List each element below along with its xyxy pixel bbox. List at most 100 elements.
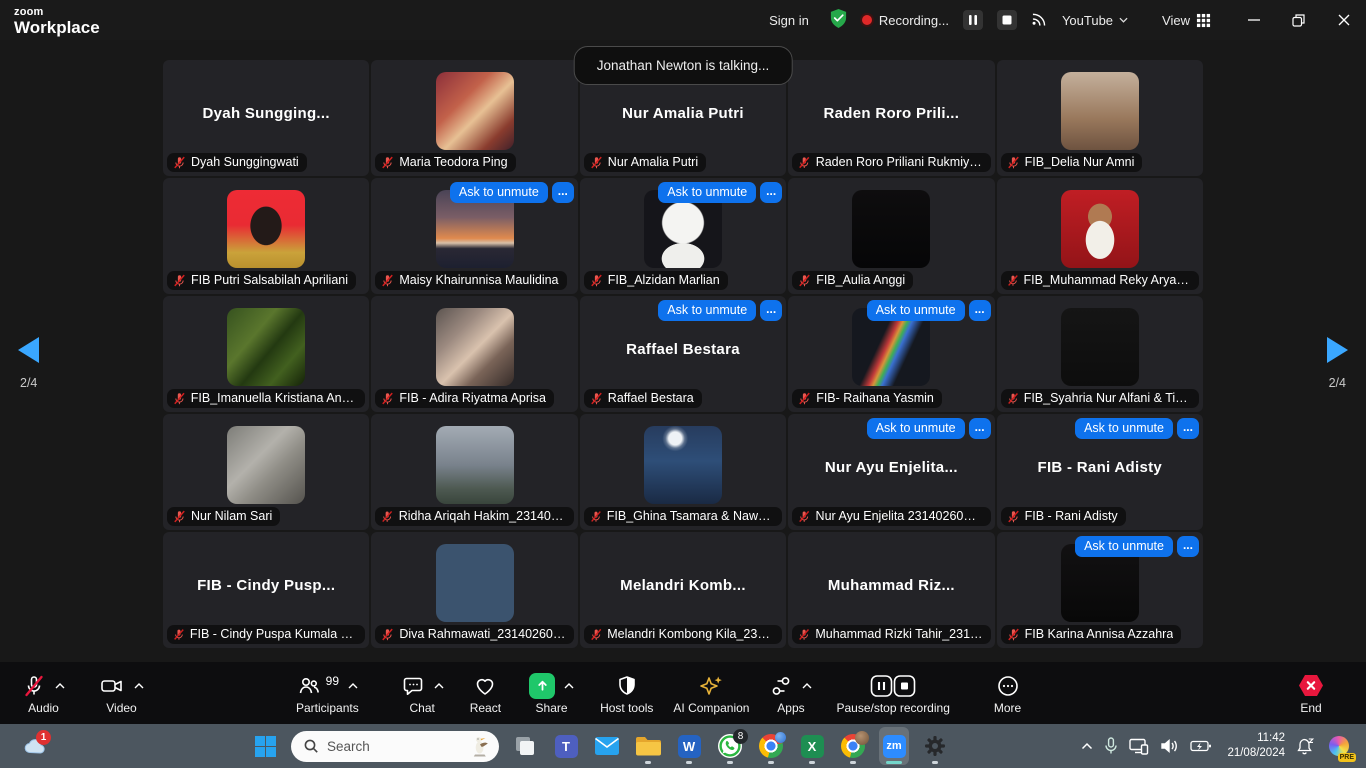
participant-tile[interactable]: Ask to unmute ... Raffael Bestara Raffae… — [580, 296, 786, 412]
apps-button[interactable]: Apps — [769, 672, 812, 715]
tray-battery-icon[interactable] — [1190, 739, 1212, 753]
participant-tile[interactable]: Ask to unmute ... Raden Roro Prili... Ra… — [788, 60, 994, 176]
participant-tile[interactable]: Ask to unmute ... FIB_Aulia Anggi — [788, 178, 994, 294]
ask-to-unmute-button[interactable]: Ask to unmute — [450, 182, 548, 203]
chevron-up-icon[interactable] — [434, 683, 444, 689]
taskbar-word-icon[interactable]: W — [674, 727, 704, 765]
tray-cast-display-icon[interactable] — [1129, 738, 1149, 755]
notification-bell-icon[interactable] — [1296, 737, 1315, 756]
video-button[interactable]: Video — [99, 672, 144, 715]
participant-avatar — [644, 426, 722, 504]
ask-to-unmute-button[interactable]: Ask to unmute — [658, 300, 756, 321]
tile-more-button[interactable]: ... — [552, 182, 574, 203]
react-button[interactable]: React — [470, 672, 501, 715]
participant-tile[interactable]: Ask to unmute ... FIB- Raihana Yasmin — [788, 296, 994, 412]
taskbar-whatsapp-icon[interactable]: 8 — [715, 727, 745, 765]
taskbar-teams-icon[interactable]: T — [551, 727, 581, 765]
taskbar-mail-icon[interactable] — [592, 727, 622, 765]
ask-to-unmute-button[interactable]: Ask to unmute — [867, 418, 965, 439]
participant-tile[interactable]: Ask to unmute ... Diva Rahmawati_2314026… — [371, 532, 577, 648]
participant-tile[interactable]: Ask to unmute ... FIB_Imanuella Kristian… — [163, 296, 369, 412]
participants-button[interactable]: 99 Participants — [296, 672, 359, 715]
taskbar-task-view-icon[interactable] — [510, 727, 540, 765]
chevron-up-icon[interactable] — [55, 683, 65, 689]
pause-stop-recording-button[interactable]: Pause/stop recording — [836, 672, 949, 715]
pause-recording-button[interactable] — [963, 10, 983, 30]
participant-name-text: FIB_Imanuella Kristiana Analis — [191, 391, 358, 405]
participant-center-name: Raden Roro Prili... — [824, 105, 960, 122]
taskbar-search[interactable]: Search — [291, 731, 499, 762]
chevron-up-icon[interactable] — [802, 683, 812, 689]
share-button[interactable]: Share — [529, 672, 574, 715]
taskbar-settings-icon[interactable] — [920, 727, 950, 765]
participant-tile[interactable]: Ask to unmute ... FIB_Ghina Tsamara & Na… — [580, 414, 786, 530]
taskbar-chrome-icon[interactable] — [756, 727, 786, 765]
chevron-up-icon[interactable] — [134, 683, 144, 689]
previous-page-arrow[interactable] — [18, 337, 39, 363]
tray-speaker-icon[interactable] — [1160, 738, 1179, 754]
participant-tile[interactable]: Ask to unmute ... Nur Nilam Sari — [163, 414, 369, 530]
host-tools-button[interactable]: Host tools — [600, 672, 653, 715]
more-button[interactable]: More — [994, 672, 1021, 715]
tile-more-button[interactable]: ... — [760, 182, 782, 203]
participant-tile[interactable]: Ask to unmute ... FIB_Delia Nur Amni — [997, 60, 1203, 176]
participant-tile[interactable]: Ask to unmute ... Nur Ayu Enjelita... Nu… — [788, 414, 994, 530]
ask-to-unmute-button[interactable]: Ask to unmute — [867, 300, 965, 321]
muted-mic-icon — [798, 392, 811, 405]
taskbar-excel-icon[interactable]: X — [797, 727, 827, 765]
participant-tile[interactable]: Ask to unmute ... Muhammad Riz... Muhamm… — [788, 532, 994, 648]
taskbar-chrome2-icon[interactable] — [838, 727, 868, 765]
participant-tile[interactable]: Ask to unmute ... FIB - Cindy Pusp... FI… — [163, 532, 369, 648]
participant-tile[interactable]: Ask to unmute ... Maria Teodora Ping — [371, 60, 577, 176]
restore-button[interactable] — [1276, 0, 1321, 40]
chevron-up-icon[interactable] — [564, 683, 574, 689]
tray-microphone-icon[interactable] — [1104, 737, 1118, 755]
ask-to-unmute-button[interactable]: Ask to unmute — [658, 182, 756, 203]
taskbar-copilot-icon[interactable]: PRE — [1326, 731, 1352, 761]
participant-tile[interactable]: Ask to unmute ... FIB Karina Annisa Azza… — [997, 532, 1203, 648]
taskbar-zoom-icon[interactable]: zm — [879, 727, 909, 765]
close-button[interactable] — [1321, 0, 1366, 40]
stop-recording-button[interactable] — [997, 10, 1017, 30]
participant-tile[interactable]: Ask to unmute ... Maisy Khairunnisa Maul… — [371, 178, 577, 294]
participant-tile[interactable]: Ask to unmute ... Melandri Komb... Melan… — [580, 532, 786, 648]
participant-tile[interactable]: Ask to unmute ... FIB - Adira Riyatma Ap… — [371, 296, 577, 412]
taskbar-clock[interactable]: 11:42 21/08/2024 — [1227, 731, 1285, 761]
participant-tile[interactable]: Ask to unmute ... FIB - Rani Adisty FIB … — [997, 414, 1203, 530]
participant-tile[interactable]: Ask to unmute ... FIB_Alzidan Marlian — [580, 178, 786, 294]
tile-more-button[interactable]: ... — [969, 418, 991, 439]
tile-more-button[interactable]: ... — [760, 300, 782, 321]
participant-center-name: Nur Ayu Enjelita... — [825, 459, 958, 476]
participant-tile[interactable]: Ask to unmute ... FIB Putri Salsabilah A… — [163, 178, 369, 294]
ask-to-unmute-button[interactable]: Ask to unmute — [1075, 536, 1173, 557]
participant-name-label: Nur Amalia Putri — [584, 153, 706, 172]
participant-tile[interactable]: Ask to unmute ... FIB_Syahria Nur Alfani… — [997, 296, 1203, 412]
taskbar-file-explorer-icon[interactable] — [633, 727, 663, 765]
participant-tile[interactable]: Ask to unmute ... Ridha Ariqah Hakim_231… — [371, 414, 577, 530]
participant-tile[interactable]: Ask to unmute ... Dyah Sungging... Dyah … — [163, 60, 369, 176]
participant-name-text: Maisy Khairunnisa Maulidina — [399, 273, 558, 287]
participant-avatar — [227, 308, 305, 386]
participant-tile[interactable]: Ask to unmute ... FIB_Muhammad Reky Arya… — [997, 178, 1203, 294]
view-menu[interactable]: View — [1162, 13, 1211, 28]
muted-mic-icon — [798, 510, 810, 523]
audio-button[interactable]: Audio — [22, 672, 65, 715]
muted-mic-icon — [1007, 510, 1020, 523]
ask-to-unmute-button[interactable]: Ask to unmute — [1075, 418, 1173, 439]
minimize-button[interactable] — [1231, 0, 1276, 40]
participant-name-text: Muhammad Rizki Tahir_23140... — [815, 627, 982, 641]
chat-button[interactable]: Chat — [401, 672, 444, 715]
tile-more-button[interactable]: ... — [1177, 536, 1199, 557]
tile-more-button[interactable]: ... — [1177, 418, 1199, 439]
tray-chevron-up-icon[interactable] — [1081, 742, 1093, 750]
participant-name-text: FIB - Adira Riyatma Aprisa — [399, 391, 546, 405]
ai-companion-button[interactable]: AI Companion — [673, 672, 749, 715]
chevron-up-icon[interactable] — [348, 683, 358, 689]
next-page-arrow[interactable] — [1327, 337, 1348, 363]
taskbar-widgets-icon[interactable]: 1 — [18, 729, 52, 763]
youtube-stream-menu[interactable]: YouTube — [1062, 13, 1128, 28]
tile-more-button[interactable]: ... — [969, 300, 991, 321]
end-meeting-button[interactable]: End — [1296, 672, 1326, 715]
taskbar-start-button[interactable] — [250, 727, 280, 765]
sign-in-button[interactable]: Sign in — [763, 9, 815, 32]
